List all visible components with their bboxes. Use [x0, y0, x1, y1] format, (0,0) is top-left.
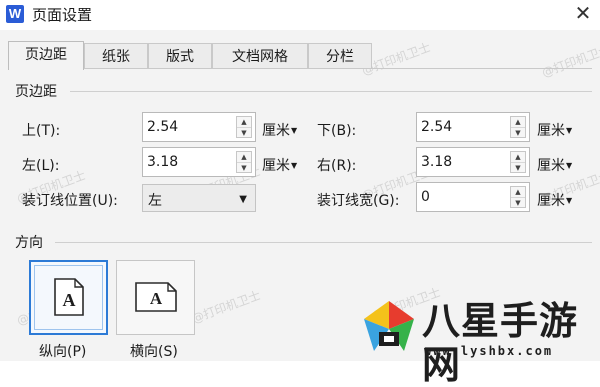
margins-group-label: 页边距: [15, 84, 57, 100]
site-logo: 八星手游网 www.lyshbx.com: [360, 297, 600, 387]
tab-layout[interactable]: 版式: [148, 43, 212, 69]
group-divider: [70, 91, 592, 92]
landscape-option[interactable]: A: [116, 260, 195, 335]
unit-label: 厘米: [262, 158, 290, 174]
gutter-position-select[interactable]: 左 ▼: [142, 184, 256, 212]
spin-up-icon[interactable]: ▲: [237, 117, 251, 127]
top-margin-input[interactable]: 2.54: [147, 119, 178, 135]
dialog-title: 页面设置: [32, 6, 93, 24]
unit-label: 厘米: [537, 158, 565, 174]
gutter-unit-dropdown[interactable]: 厘米▼: [537, 190, 572, 210]
bottom-margin-label: 下(B):: [317, 123, 357, 139]
left-margin-input[interactable]: 3.18: [147, 154, 178, 170]
tab-paper[interactable]: 纸张: [84, 43, 148, 69]
unit-label: 厘米: [537, 123, 565, 139]
logo-text: 八星手游网: [422, 299, 579, 387]
bottom-margin-input[interactable]: 2.54: [421, 119, 452, 135]
unit-label: 厘米: [262, 123, 290, 139]
portrait-page-icon: A: [54, 278, 84, 316]
spin-up-icon[interactable]: ▲: [237, 152, 251, 162]
close-button[interactable]: ✕: [573, 3, 593, 23]
left-unit-dropdown[interactable]: 厘米▼: [262, 155, 297, 175]
tab-document-grid[interactable]: 文档网格: [212, 43, 308, 69]
spinner-arrows[interactable]: ▲ ▼: [236, 151, 252, 173]
chevron-down-icon: ▼: [239, 194, 247, 205]
spin-up-icon[interactable]: ▲: [511, 187, 525, 197]
left-margin-label: 左(L):: [22, 158, 60, 174]
bottom-margin-spinner[interactable]: 2.54 ▲ ▼: [416, 112, 530, 142]
spinner-arrows[interactable]: ▲ ▼: [510, 186, 526, 208]
top-margin-label: 上(T):: [22, 123, 61, 139]
spin-up-icon[interactable]: ▲: [511, 152, 525, 162]
tab-divider: [8, 68, 592, 69]
spin-down-icon[interactable]: ▼: [511, 127, 525, 138]
tab-columns[interactable]: 分栏: [308, 43, 372, 69]
page-letter: A: [150, 289, 163, 308]
right-margin-label: 右(R):: [317, 158, 357, 174]
right-unit-dropdown[interactable]: 厘米▼: [537, 155, 572, 175]
logo-url: www.lyshbx.com: [424, 344, 554, 358]
gutter-width-label: 装订线宽(G):: [317, 193, 400, 209]
right-margin-input[interactable]: 3.18: [421, 154, 452, 170]
left-margin-spinner[interactable]: 3.18 ▲ ▼: [142, 147, 256, 177]
title-bar: W 页面设置 ✕: [0, 0, 600, 30]
dropdown-arrow-icon: ▼: [566, 196, 573, 205]
spinner-arrows[interactable]: ▲ ▼: [510, 116, 526, 138]
watermark: @打印机卫士: [189, 288, 263, 326]
gutter-position-value: 左: [148, 193, 162, 209]
wps-writer-icon: W: [6, 5, 24, 23]
tab-margins[interactable]: 页边距: [8, 41, 84, 70]
landscape-label[interactable]: 横向(S): [130, 341, 178, 361]
spin-down-icon[interactable]: ▼: [511, 197, 525, 208]
unit-label: 厘米: [537, 193, 565, 209]
top-margin-spinner[interactable]: 2.54 ▲ ▼: [142, 112, 256, 142]
portrait-option[interactable]: A: [29, 260, 108, 335]
dropdown-arrow-icon: ▼: [566, 161, 573, 170]
gutter-width-input[interactable]: 0: [421, 189, 430, 205]
dropdown-arrow-icon: ▼: [291, 126, 298, 135]
spinner-arrows[interactable]: ▲ ▼: [510, 151, 526, 173]
page-letter: A: [63, 290, 76, 310]
gutter-position-label: 装订线位置(U):: [22, 193, 118, 209]
landscape-page-icon: A: [135, 282, 177, 312]
spin-down-icon[interactable]: ▼: [237, 162, 251, 173]
top-unit-dropdown[interactable]: 厘米▼: [262, 120, 297, 140]
right-margin-spinner[interactable]: 3.18 ▲ ▼: [416, 147, 530, 177]
portrait-label[interactable]: 纵向(P): [39, 341, 86, 361]
dropdown-arrow-icon: ▼: [291, 161, 298, 170]
bottom-unit-dropdown[interactable]: 厘米▼: [537, 120, 572, 140]
dropdown-arrow-icon: ▼: [566, 126, 573, 135]
orientation-group-label: 方向: [15, 235, 43, 251]
spinner-arrows[interactable]: ▲ ▼: [236, 116, 252, 138]
gutter-width-spinner[interactable]: 0 ▲ ▼: [416, 182, 530, 212]
spin-down-icon[interactable]: ▼: [511, 162, 525, 173]
logo-icon: [364, 301, 414, 351]
spin-down-icon[interactable]: ▼: [237, 127, 251, 138]
group-divider: [55, 242, 592, 243]
watermark: @打印机卫士: [539, 42, 600, 80]
spin-up-icon[interactable]: ▲: [511, 117, 525, 127]
